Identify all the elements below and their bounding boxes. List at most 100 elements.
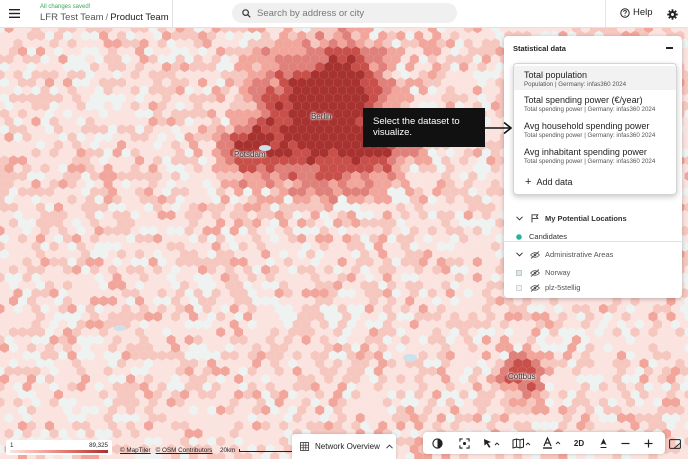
collapse-icon[interactable] — [666, 47, 673, 49]
zoom-out-button[interactable] — [614, 432, 636, 454]
layer-label-administrative-areas: Administrative Areas — [545, 250, 614, 259]
layer-plz[interactable]: plz-5stellig — [513, 283, 580, 292]
city-label-berlin: Berlin — [311, 112, 332, 121]
option-title: Avg inhabitant spending power — [524, 147, 647, 157]
help-icon — [620, 7, 630, 18]
eye-off-icon[interactable] — [529, 283, 541, 292]
city-label-cottbus: Cottbus — [508, 372, 536, 381]
dot-icon — [513, 233, 525, 240]
option-subtitle: Total spending power | Germany: infas360… — [524, 158, 656, 165]
map-attribution: © MapTiler © OSM Contributors — [120, 447, 217, 454]
layer-label-candidates: Candidates — [529, 232, 567, 241]
option-subtitle: Total spending power | Germany: infas360… — [524, 106, 656, 113]
header-divider — [172, 0, 173, 28]
minus-icon — [621, 442, 629, 444]
hamburger-icon — [8, 9, 20, 18]
city-label-potsdam: Potsdam — [234, 150, 266, 159]
scale-bar: 20km — [220, 447, 300, 454]
minimap-button[interactable] — [665, 436, 685, 452]
dataset-option-total-population[interactable]: Total population Population | Germany: i… — [514, 66, 676, 90]
breadcrumb-team[interactable]: LFR Test Team — [40, 12, 104, 23]
help-button[interactable]: Help — [620, 7, 653, 18]
chevron-down-icon[interactable] — [513, 216, 525, 221]
view-2d-label: 2D — [573, 438, 585, 448]
menu-button[interactable] — [0, 0, 28, 28]
dataset-dropdown: Total population Population | Germany: i… — [513, 63, 677, 195]
eye-off-icon[interactable] — [529, 250, 541, 259]
label-style-button[interactable] — [539, 432, 565, 454]
option-title: Avg household spending power — [524, 121, 650, 131]
gear-icon — [667, 9, 678, 20]
eye-off-icon[interactable] — [529, 268, 541, 277]
map-toolbar: 2D — [423, 432, 665, 454]
search-icon — [242, 8, 251, 18]
network-overview-button[interactable]: Network Overview — [292, 434, 396, 459]
help-label: Help — [633, 7, 653, 18]
lake-shape — [114, 325, 126, 331]
grid-icon — [300, 442, 309, 451]
breadcrumb-project[interactable]: Product Team — [110, 12, 168, 23]
chevron-up-icon — [386, 444, 393, 449]
color-legend: 1 89,325 — [6, 440, 112, 455]
text-color-icon — [543, 437, 561, 449]
layer-candidates[interactable]: Candidates — [513, 232, 567, 241]
view-2d-button[interactable]: 2D — [568, 432, 590, 454]
arrow-right-icon — [484, 121, 513, 135]
square-icon — [513, 269, 525, 276]
legend-gradient — [10, 450, 108, 453]
minimap-icon — [669, 439, 681, 449]
map-icon — [512, 437, 531, 449]
panel-divider — [504, 241, 682, 242]
select-tool-button[interactable] — [479, 432, 505, 454]
add-data-label: Add data — [536, 177, 573, 187]
dataset-option-total-spending-power[interactable]: Total spending power (€/year) Total spen… — [514, 94, 676, 118]
flag-icon — [529, 214, 541, 223]
search-bar[interactable] — [232, 3, 457, 23]
layer-group-administrative-areas[interactable]: Administrative Areas — [513, 250, 613, 259]
save-status: All changes saved! — [40, 4, 91, 10]
layer-group-potential-locations[interactable]: My Potential Locations — [513, 214, 627, 223]
plus-icon — [644, 439, 652, 447]
basemap-button[interactable] — [509, 432, 535, 454]
square-icon — [513, 284, 525, 291]
lake-shape — [403, 354, 417, 362]
contrast-button[interactable] — [426, 432, 448, 454]
fit-view-button[interactable] — [453, 432, 475, 454]
zoom-in-button[interactable] — [637, 432, 659, 454]
scale-line — [239, 449, 300, 452]
header-divider — [605, 0, 606, 28]
scale-label: 20km — [220, 447, 236, 454]
maptiler-link[interactable]: © MapTiler — [120, 447, 151, 454]
contrast-icon — [431, 437, 443, 449]
focus-frame-icon — [458, 437, 470, 449]
panel-title: Statistical data — [513, 43, 566, 53]
osm-link[interactable]: © OSM Contributors — [156, 447, 213, 454]
project-title-block: All changes saved! LFR Test Team / Product… — [40, 3, 169, 24]
option-title: Total population — [524, 70, 588, 80]
layer-norway[interactable]: Norway — [513, 268, 570, 277]
top-bar: All changes saved! LFR Test Team / Product… — [0, 0, 688, 28]
onboarding-tooltip: Select the dataset to visualize. — [363, 108, 485, 147]
chevron-down-icon[interactable] — [513, 252, 525, 257]
layer-label-plz: plz-5stellig — [545, 283, 581, 292]
dataset-option-avg-household-spending[interactable]: Avg household spending power Total spend… — [514, 120, 676, 144]
compass-button[interactable] — [592, 432, 614, 454]
breadcrumb-separator: / — [105, 12, 109, 23]
plus-icon: + — [525, 175, 532, 188]
cursor-icon — [484, 438, 500, 448]
legend-max: 89,325 — [89, 442, 108, 449]
breadcrumb: LFR Test Team / Product Team — [40, 11, 169, 24]
option-subtitle: Total spending power | Germany: infas360… — [524, 132, 656, 139]
dataset-option-avg-inhabitant-spending[interactable]: Avg inhabitant spending power Total spen… — [514, 146, 676, 170]
option-subtitle: Population | Germany: infas360 2024 — [524, 81, 627, 88]
compass-icon — [600, 438, 606, 448]
search-input[interactable] — [257, 7, 447, 19]
network-overview-label: Network Overview — [315, 442, 380, 451]
layer-label-potential-locations: My Potential Locations — [545, 214, 627, 223]
legend-min: 1 — [10, 442, 14, 449]
settings-button[interactable] — [667, 7, 678, 25]
add-data-button[interactable]: + Add data — [525, 175, 573, 188]
statistical-data-header[interactable]: Statistical data — [504, 36, 682, 60]
layer-label-norway: Norway — [545, 268, 571, 277]
option-title: Total spending power (€/year) — [524, 95, 643, 105]
